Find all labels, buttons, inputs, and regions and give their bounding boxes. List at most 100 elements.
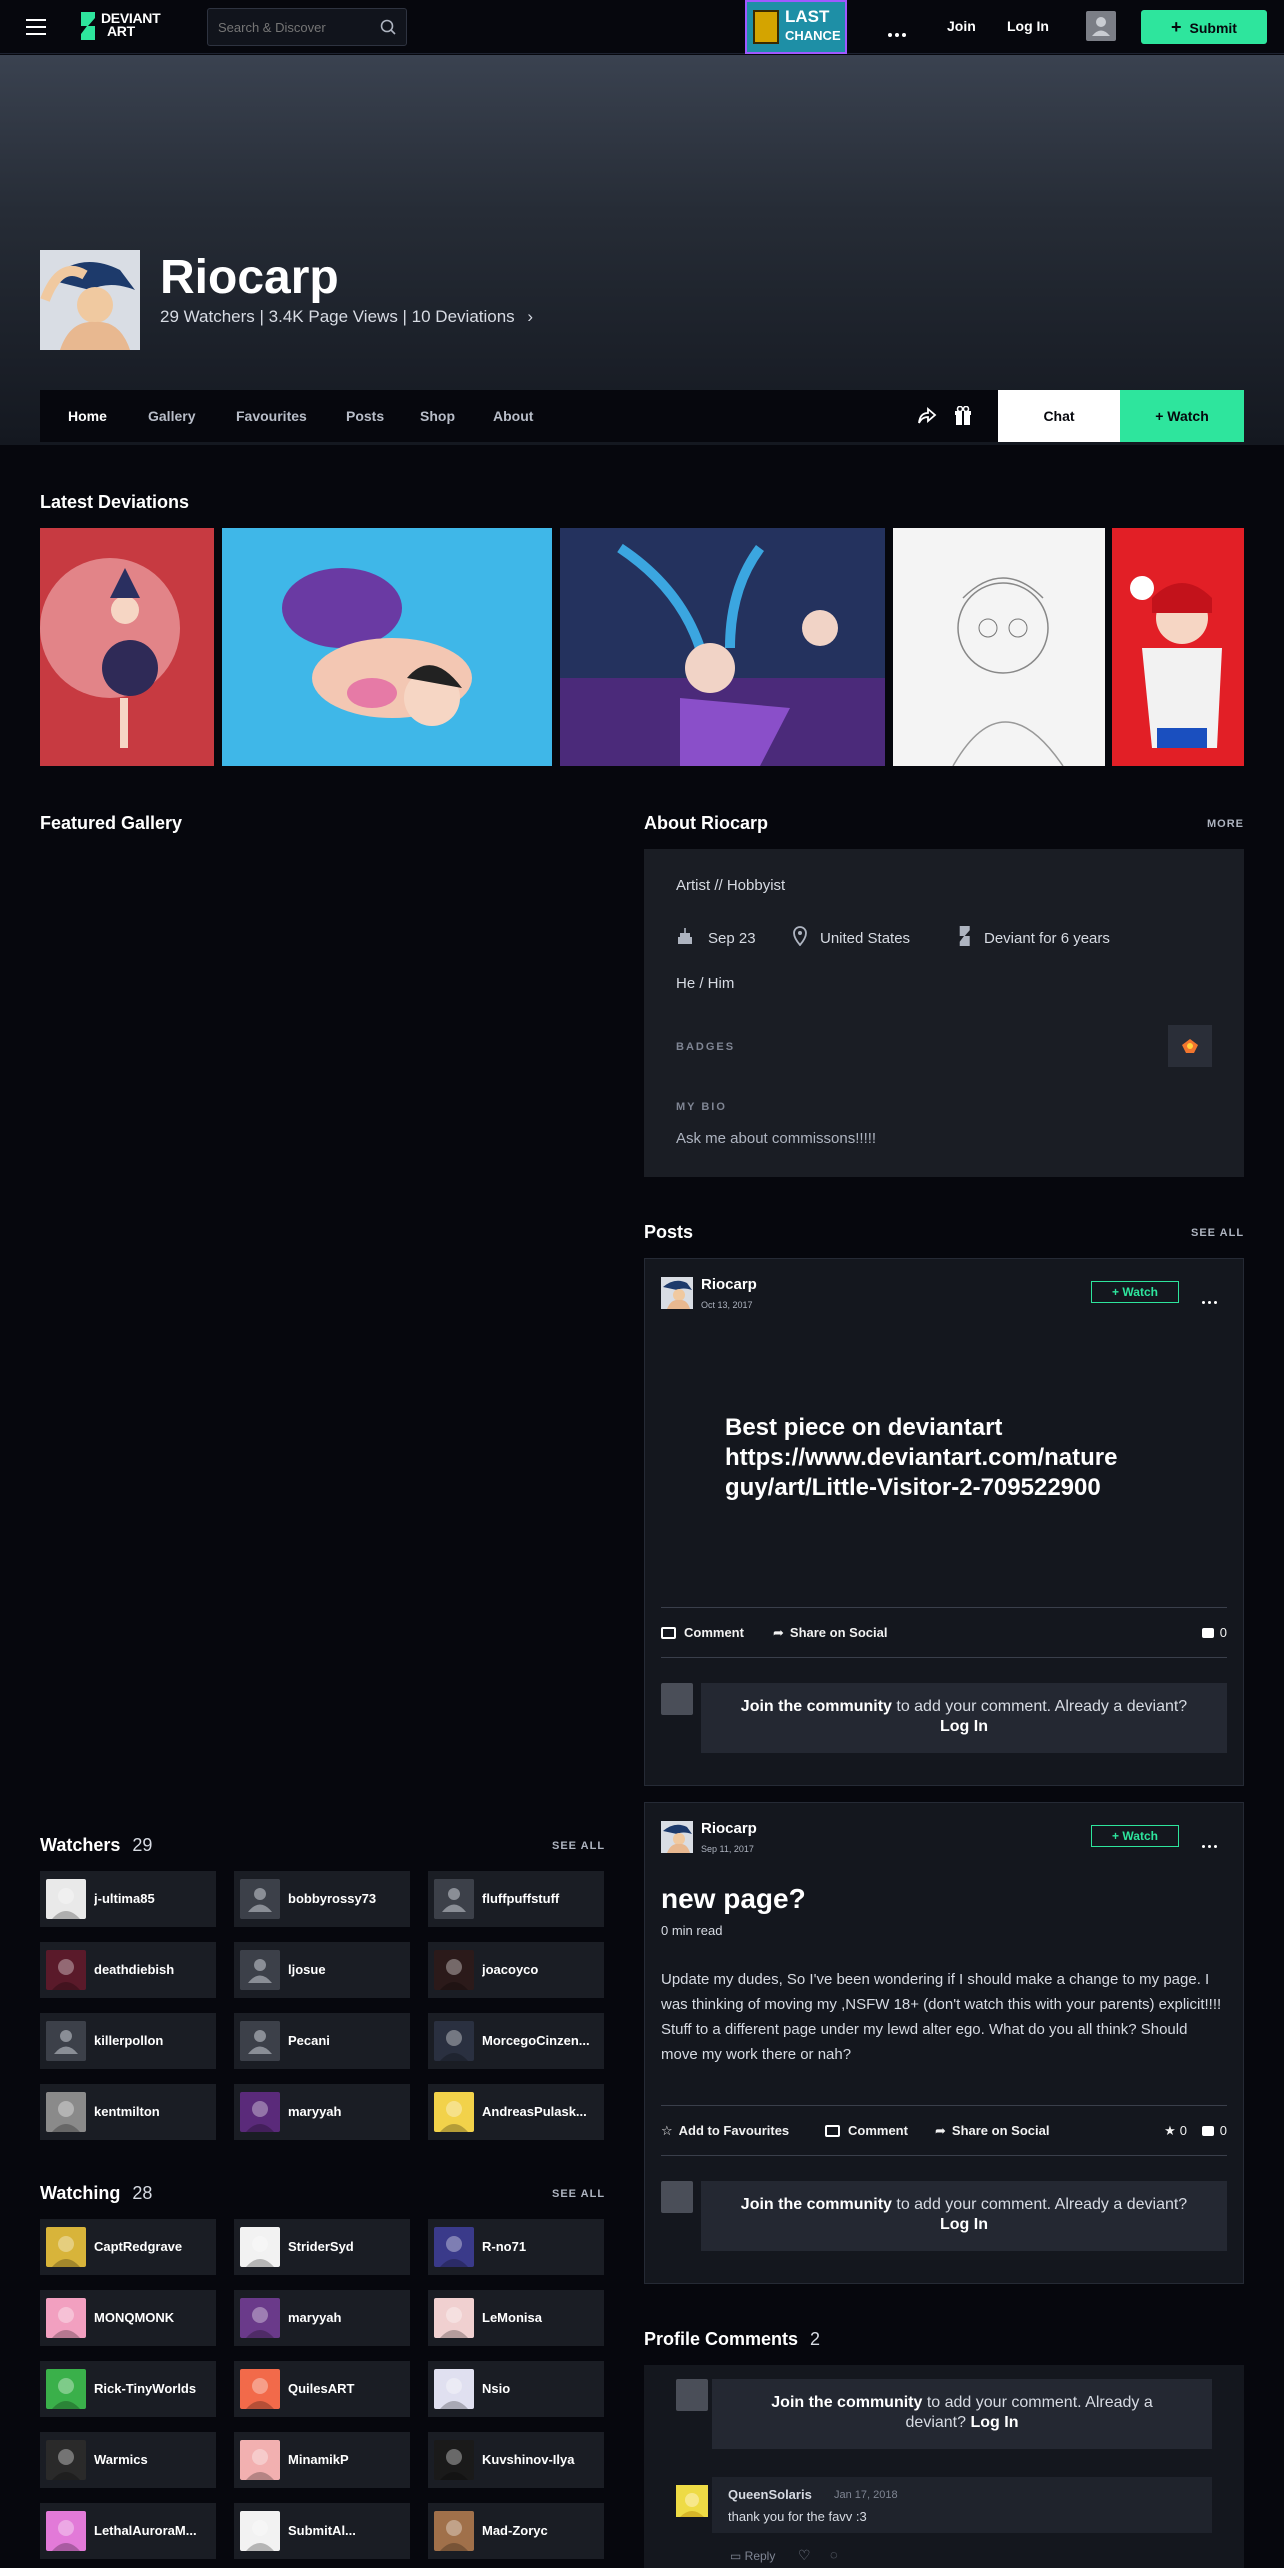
user-avatar[interactable] [240, 2440, 280, 2480]
share-social-action[interactable]: ➦ Share on Social [935, 2123, 1049, 2139]
user-avatar[interactable] [46, 2021, 86, 2061]
user-avatar[interactable] [434, 2511, 474, 2551]
share-icon[interactable] [917, 407, 937, 425]
user-tile[interactable]: maryyah [234, 2084, 410, 2140]
user-name[interactable]: LethalAuroraM... [94, 2523, 212, 2538]
watchers-see-all[interactable]: SEE ALL [552, 1840, 605, 1852]
user-name[interactable]: SubmitAl... [288, 2523, 406, 2538]
join-community-box[interactable]: Join the community to add your comment. … [701, 1683, 1227, 1753]
post-author-avatar[interactable] [661, 1277, 693, 1309]
deviation-thumb-5[interactable] [1112, 528, 1244, 766]
watching-see-all[interactable]: SEE ALL [552, 2188, 605, 2200]
user-avatar[interactable] [434, 2092, 474, 2132]
fav-count[interactable]: ★ 0 [1164, 2123, 1187, 2139]
user-name[interactable]: Rick-TinyWorlds [94, 2381, 212, 2396]
user-name[interactable]: ljosue [288, 1962, 406, 1977]
user-avatar[interactable] [240, 2021, 280, 2061]
user-tile[interactable]: LethalAuroraM... [40, 2503, 216, 2559]
user-name[interactable]: MinamikP [288, 2452, 406, 2467]
search-icon[interactable] [380, 19, 396, 35]
reply-action[interactable]: ▭ Reply [730, 2549, 775, 2563]
join-community-box[interactable]: Join the community to add your comment. … [701, 2181, 1227, 2251]
user-avatar[interactable] [46, 2511, 86, 2551]
post-title[interactable]: new page? [661, 1883, 806, 1915]
user-name[interactable]: maryyah [288, 2310, 406, 2325]
user-name[interactable]: j-ultima85 [94, 1891, 212, 1906]
profile-stats[interactable]: 29 Watchers | 3.4K Page Views | 10 Devia… [160, 307, 533, 327]
login-link[interactable]: Log In [970, 2414, 1018, 2431]
login-link[interactable]: Log In [1007, 18, 1049, 34]
search-box[interactable] [207, 8, 407, 46]
last-chance-promo[interactable]: LAST CHANCE [745, 0, 847, 54]
post-more-icon[interactable] [1202, 1291, 1217, 1309]
user-avatar[interactable] [434, 2440, 474, 2480]
post-watch-button[interactable]: + Watch [1091, 1281, 1179, 1303]
user-avatar[interactable] [434, 2021, 474, 2061]
user-name[interactable]: StriderSyd [288, 2239, 406, 2254]
user-avatar[interactable] [240, 2227, 280, 2267]
user-tile[interactable]: StriderSyd [234, 2219, 410, 2275]
user-tile[interactable]: Kuvshinov-Ilya [428, 2432, 604, 2488]
user-tile[interactable]: killerpollon [40, 2013, 216, 2069]
user-avatar[interactable] [46, 2440, 86, 2480]
comment-author-avatar[interactable] [676, 2485, 708, 2517]
post-more-icon[interactable] [1202, 1835, 1217, 1853]
user-avatar[interactable] [240, 2369, 280, 2409]
user-avatar[interactable] [434, 2369, 474, 2409]
user-name[interactable]: Kuvshinov-Ilya [482, 2452, 600, 2467]
user-tile[interactable]: Pecani [234, 2013, 410, 2069]
user-avatar[interactable] [240, 2092, 280, 2132]
deviation-thumb-1[interactable] [40, 528, 214, 766]
about-more-link[interactable]: MORE [1207, 818, 1244, 830]
user-tile[interactable]: MONQMONK [40, 2290, 216, 2346]
login-link[interactable]: Log In [940, 2216, 988, 2233]
user-avatar[interactable] [434, 2227, 474, 2267]
user-tile[interactable]: Rick-TinyWorlds [40, 2361, 216, 2417]
user-tile[interactable]: SubmitAl... [234, 2503, 410, 2559]
badge-item[interactable] [1168, 1025, 1212, 1067]
user-name[interactable]: CaptRedgrave [94, 2239, 212, 2254]
user-tile[interactable]: fluffpuffstuff [428, 1871, 604, 1927]
user-tile[interactable]: joacoyco [428, 1942, 604, 1998]
comment-count[interactable]: 0 [1201, 1625, 1227, 1640]
user-avatar[interactable] [46, 2369, 86, 2409]
user-tile[interactable]: Nsio [428, 2361, 604, 2417]
user-tile[interactable]: ljosue [234, 1942, 410, 1998]
posts-see-all[interactable]: SEE ALL [1191, 1227, 1244, 1239]
reaction-icon[interactable]: ◌ [830, 2547, 838, 2562]
user-avatar[interactable] [46, 2298, 86, 2338]
user-avatar[interactable] [434, 2298, 474, 2338]
post-watch-button[interactable]: + Watch [1091, 1825, 1179, 1847]
user-tile[interactable]: j-ultima85 [40, 1871, 216, 1927]
user-tile[interactable]: QuilesART [234, 2361, 410, 2417]
user-name[interactable]: Pecani [288, 2033, 406, 2048]
user-avatar[interactable] [46, 2092, 86, 2132]
add-favourite-action[interactable]: ☆ Add to Favourites [661, 2123, 789, 2139]
more-menu-icon[interactable] [888, 24, 909, 42]
user-name[interactable]: fluffpuffstuff [482, 1891, 600, 1906]
user-tile[interactable]: Mad-Zoryc [428, 2503, 604, 2559]
comment-action[interactable]: Comment [661, 1625, 744, 1640]
search-input[interactable] [208, 9, 368, 45]
join-link[interactable]: Join [947, 18, 976, 34]
user-tile[interactable]: maryyah [234, 2290, 410, 2346]
user-avatar[interactable] [434, 1879, 474, 1919]
user-tile[interactable]: deathdiebish [40, 1942, 216, 1998]
user-avatar[interactable] [240, 2511, 280, 2551]
post-body-line2[interactable]: https://www.deviantart.com/nature [725, 1443, 1118, 1473]
join-link[interactable]: Join the community [741, 1698, 892, 1715]
tab-home[interactable]: Home [68, 408, 107, 424]
user-name[interactable]: R-no71 [482, 2239, 600, 2254]
user-avatar[interactable] [46, 1950, 86, 1990]
menu-icon[interactable] [26, 19, 46, 35]
user-tile[interactable]: bobbyrossy73 [234, 1871, 410, 1927]
join-link[interactable]: Join the community [741, 2196, 892, 2213]
deviantart-logo[interactable]: DEVIANT ART [77, 10, 177, 44]
gift-icon[interactable] [954, 406, 972, 426]
login-link[interactable]: Log In [940, 1718, 988, 1735]
heart-icon[interactable]: ♡ [798, 2547, 811, 2564]
user-avatar[interactable] [240, 2298, 280, 2338]
user-avatar[interactable] [240, 1879, 280, 1919]
user-name[interactable]: maryyah [288, 2104, 406, 2119]
user-avatar[interactable] [46, 2227, 86, 2267]
